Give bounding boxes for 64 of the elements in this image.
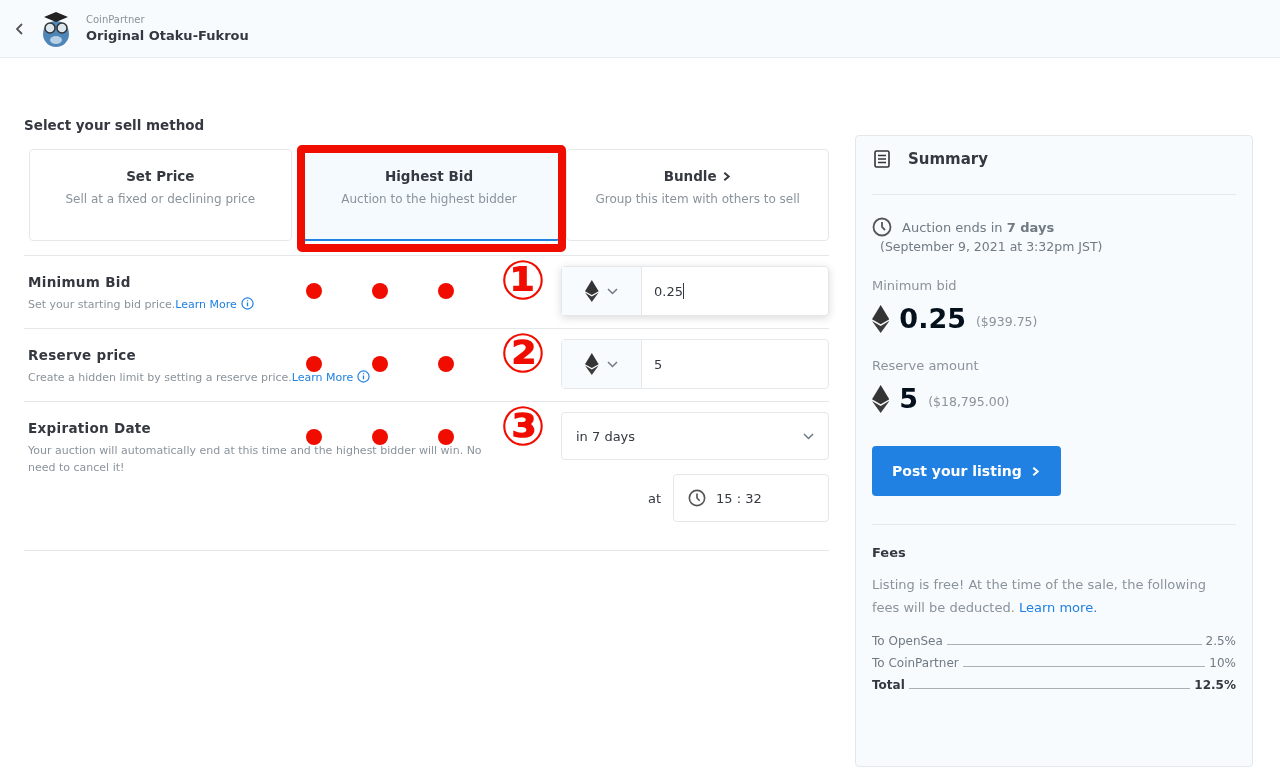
sell-method-card[interactable]: Bundle Group this item with others to sell: [566, 149, 829, 241]
annotation-dot: [306, 429, 322, 445]
auction-end-text: Auction ends in 7 days: [902, 219, 1055, 235]
field-label: Expiration Date: [28, 420, 152, 436]
fee-value: 2.5%: [1205, 633, 1236, 648]
learn-more-link[interactable]: Learn More: [175, 298, 237, 311]
sell-method-card[interactable]: Set Price Sell at a fixed or declining price: [29, 149, 292, 241]
annotation-dot: [438, 429, 454, 445]
annotation-dot: [438, 283, 454, 299]
annotation-dot: [372, 356, 388, 372]
annotation-number: ②: [500, 327, 546, 381]
time-field[interactable]: 15 : 32: [673, 474, 829, 522]
annotation-dot: [372, 283, 388, 299]
chevron-down-icon: [803, 432, 814, 440]
fee-name: To CoinPartner: [872, 655, 959, 670]
item-title: Original Otaku-Fukrou: [86, 28, 249, 43]
usd-value: ($939.75): [976, 314, 1038, 329]
clock-icon: [688, 489, 706, 507]
annotation-dot: [306, 356, 322, 372]
clock-icon: [872, 217, 892, 237]
field-label: Minimum Bid: [28, 274, 131, 290]
learn-more-link[interactable]: Learn More: [291, 371, 354, 384]
fees-title: Fees: [872, 545, 906, 560]
amount-value: 5: [899, 383, 919, 414]
ethereum-icon: [585, 353, 599, 375]
annotation-number: ①: [500, 254, 546, 308]
ethereum-icon: [585, 280, 599, 302]
price-field[interactable]: 0.25: [561, 266, 829, 316]
post-listing-button[interactable]: Post your listing: [872, 446, 1061, 496]
usd-value: ($18,795.00): [928, 394, 1010, 409]
currency-dropdown[interactable]: [562, 267, 642, 315]
field-description: Set your starting bid price.Learn More: [28, 296, 498, 314]
fee-value: 12.5%: [1194, 677, 1236, 692]
list-icon: [874, 150, 890, 168]
fee-name: To OpenSea: [872, 633, 943, 648]
ethereum-icon: [872, 304, 890, 333]
back-icon[interactable]: [14, 22, 26, 35]
annotation-dot: [306, 283, 322, 299]
field-description: Create a hidden limit by setting a reserve price.Learn More: [28, 369, 498, 387]
ethereum-icon: [872, 384, 890, 413]
summary-title: Summary: [908, 150, 989, 168]
brand-name: CoinPartner: [86, 14, 146, 25]
annotation-number: ③: [500, 400, 546, 454]
field-label: Reserve price: [28, 347, 137, 363]
auction-end-date: (September 9, 2021 at 3:32pm JST): [880, 239, 1104, 254]
fee-name: Total: [872, 677, 905, 692]
annotation-dot: [372, 429, 388, 445]
amount-label: Minimum bid: [872, 278, 957, 293]
fees-description: Listing is free! At the time of the sale, the following fees will be deducted. Learn more.: [872, 576, 1207, 617]
section-heading: Select your sell method: [24, 117, 205, 133]
chevron-down-icon: [606, 287, 618, 295]
currency-dropdown[interactable]: [562, 340, 642, 388]
price-field[interactable]: 5: [561, 339, 829, 389]
amount-label: Reserve amount: [872, 358, 979, 373]
field-description: Your auction will automatically end at this time and the highest bidder will win. No need to cancel it!: [28, 443, 483, 477]
amount-value: 0.25: [899, 303, 966, 334]
learn-more-link[interactable]: Learn more.: [1019, 599, 1098, 615]
info-icon: [357, 370, 371, 383]
chevron-down-icon: [606, 360, 618, 368]
duration-dropdown[interactable]: in 7 days: [561, 412, 829, 460]
fee-value: 10%: [1209, 655, 1236, 670]
annotation-dot: [438, 356, 454, 372]
info-icon: [240, 297, 254, 310]
at-label: at: [647, 490, 661, 506]
